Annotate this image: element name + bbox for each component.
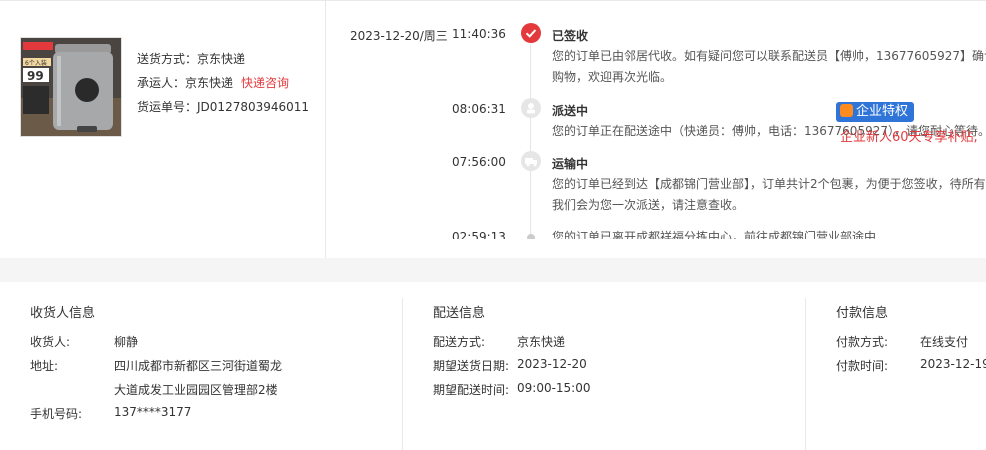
enterprise-promo-text[interactable]: 企业新人60天专享补贴, — [840, 126, 978, 145]
courier-icon — [521, 98, 541, 118]
timeline-date: 2023-12-20/周三 — [350, 29, 448, 43]
event-description: 我们会为您一次派送，请注意查收。 — [552, 198, 745, 212]
payment-method: 在线支付 — [920, 335, 969, 349]
event-description: 您的订单已离开成都祥福分拣中心，前往成都锦门营业部途中 — [552, 230, 877, 239]
phone-label: 手机号码: — [30, 407, 83, 421]
tracking-label: 货运单号： — [137, 100, 198, 114]
delivery-window: 09:00-15:00 — [517, 381, 591, 395]
product-thumbnail[interactable]: 6个入装 99 — [20, 37, 122, 137]
section-divider — [0, 258, 986, 282]
ship-method-label: 送货方式： — [137, 52, 198, 66]
event-description: 您的订单已经到达【成都锦门营业部】，订单共计2个包裹，为便于您签收，待所有 — [552, 177, 986, 191]
enterprise-privilege-badge[interactable]: 企业特权 — [836, 102, 915, 122]
receiver-info: 收货人信息 收货人: 柳静 地址: 四川成都市新都区三河街道蜀龙 大道成发工业园… — [0, 282, 402, 450]
tracking-number: JD0127803946011 — [197, 100, 310, 114]
event-time: 11:40:36 — [452, 27, 506, 41]
delivery-info: 配送信息 配送方式: 京东快递 期望送货日期: 2023-12-20 期望配送时… — [403, 282, 805, 450]
payment-time-label: 付款时间: — [836, 359, 889, 373]
shipment-summary: 6个入装 99 送货方式：京东快递 承运人：京东快递 快递咨询 货运单号：JD01… — [0, 1, 326, 259]
address-line-2: 大道成发工业园园区管理部2楼 — [114, 383, 278, 397]
logistics-panel: 6个入装 99 送货方式：京东快递 承运人：京东快递 快递咨询 货运单号：JD01… — [0, 0, 986, 259]
product-price-text: 99 — [27, 69, 44, 83]
event-status: 已签收 — [552, 29, 589, 43]
timeline-line — [530, 45, 531, 239]
order-info-panel: 收货人信息 收货人: 柳静 地址: 四川成都市新都区三河街道蜀龙 大道成发工业园… — [0, 282, 986, 450]
receiver-name-label: 收货人: — [30, 335, 71, 349]
address-label: 地址: — [30, 359, 59, 373]
phone-number: 137****3177 — [114, 405, 192, 419]
product-badge-text: 6个入装 — [25, 59, 47, 67]
event-status: 派送中 — [552, 104, 589, 118]
event-time: 08:06:31 — [452, 102, 506, 116]
address-line-1: 四川成都市新都区三河街道蜀龙 — [114, 359, 283, 373]
dot-icon — [527, 234, 535, 239]
gift-icon — [840, 104, 853, 117]
event-description: 购物，欢迎再次光临。 — [552, 70, 673, 84]
delivery-title: 配送信息 — [433, 306, 486, 321]
delivery-date-label: 期望送货日期: — [433, 359, 510, 373]
delivery-window-label: 期望配送时间: — [433, 383, 510, 397]
event-status: 运输中 — [552, 157, 589, 171]
ship-method-value: 京东快递 — [197, 52, 246, 66]
event-time: 07:56:00 — [452, 155, 506, 169]
receiver-name: 柳静 — [114, 335, 139, 349]
event-time: 02:59:13 — [452, 230, 506, 239]
delivery-method-label: 配送方式: — [433, 335, 486, 349]
shipment-details: 送货方式：京东快递 承运人：京东快递 快递咨询 货运单号：JD0127803946… — [137, 47, 309, 119]
payment-title: 付款信息 — [836, 306, 889, 321]
payment-info: 付款信息 付款方式: 在线支付 付款时间: 2023-12-19 — [806, 282, 986, 450]
check-icon — [521, 23, 541, 43]
enterprise-privilege-label: 企业特权 — [856, 104, 909, 119]
payment-time: 2023-12-19 — [920, 357, 986, 371]
courier-inquiry-link[interactable]: 快递咨询 — [241, 76, 289, 90]
carrier-label: 承运人： — [137, 76, 186, 90]
event-description: 您的订单已由邻居代收。如有疑问您可以联系配送员【傅帅，13677605927】确… — [552, 49, 986, 63]
carrier-value: 京东快递 — [185, 76, 234, 90]
delivery-date: 2023-12-20 — [517, 357, 587, 371]
delivery-method: 京东快递 — [517, 335, 566, 349]
truck-icon — [521, 151, 541, 171]
receiver-title: 收货人信息 — [30, 306, 96, 321]
trash-can-image: 6个入装 99 — [21, 38, 121, 136]
payment-method-label: 付款方式: — [836, 335, 889, 349]
